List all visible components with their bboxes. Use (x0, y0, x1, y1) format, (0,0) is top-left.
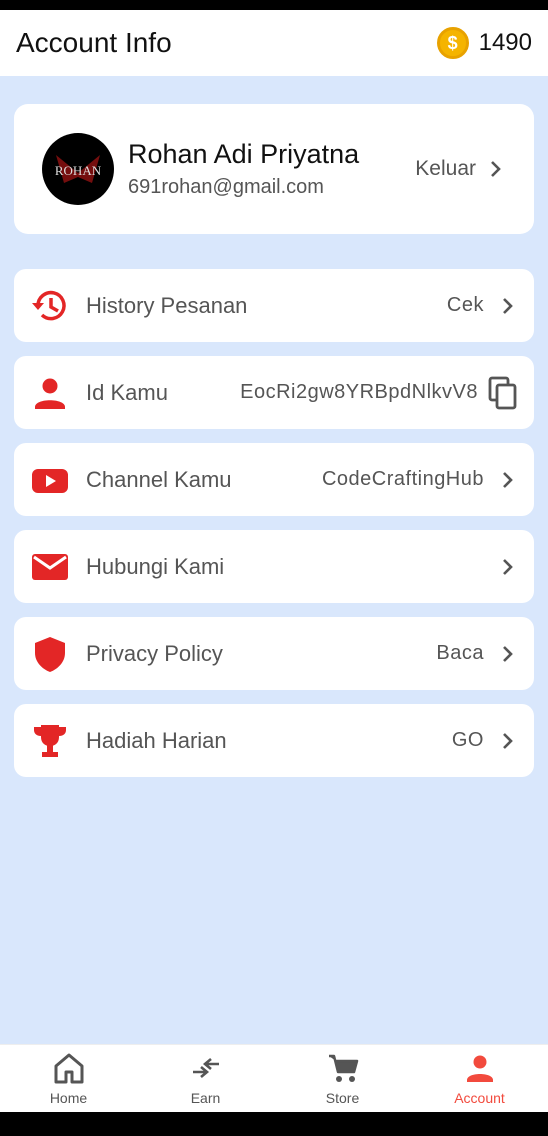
avatar: ROHAN (42, 133, 114, 205)
profile-info: Rohan Adi Priyatna 691rohan@gmail.com (128, 139, 415, 199)
nav-account[interactable]: Account (411, 1045, 548, 1112)
copy-icon[interactable] (488, 376, 518, 410)
cart-icon (328, 1054, 358, 1082)
shield-icon (30, 634, 70, 674)
nav-home-label: Home (49, 1089, 88, 1106)
chevron-right-icon (486, 160, 506, 178)
reward-row[interactable]: Hadiah Harian GO (14, 704, 534, 777)
channel-value: CodeCraftingHub (321, 468, 484, 490)
reward-label: Hadiah Harian (86, 727, 227, 753)
app-bar: Account Info $ 1490 (0, 10, 548, 76)
history-label: History Pesanan (86, 292, 248, 318)
channel-row[interactable]: Channel Kamu CodeCraftingHub (14, 443, 534, 516)
profile-name: Rohan Adi Priyatna (128, 139, 360, 169)
chevron-right-icon (498, 297, 518, 315)
reward-value: GO (451, 729, 484, 751)
user-id-label: Id Kamu (86, 379, 168, 405)
system-nav-bar (0, 1112, 548, 1136)
contact-row[interactable]: Hubungi Kami (14, 530, 534, 603)
mail-icon (30, 547, 70, 587)
swap-icon (192, 1057, 219, 1078)
channel-label: Channel Kamu (86, 466, 232, 492)
coin-icon: $ (436, 27, 469, 59)
youtube-icon (30, 460, 70, 500)
user-id-row: Id Kamu EocRi2gw8YRBpdNlkvV8 (14, 356, 534, 429)
coin-count: 1490 (478, 29, 532, 56)
profile-card: ROHAN Rohan Adi Priyatna 691rohan@gmail.… (14, 104, 534, 234)
coin-balance: $ 1490 (436, 27, 532, 59)
chevron-right-icon (498, 732, 518, 750)
page-title: Account Info (16, 27, 172, 58)
privacy-label: Privacy Policy (86, 640, 223, 666)
nav-store[interactable]: Store (274, 1045, 411, 1112)
profile-email: 691rohan@gmail.com (128, 176, 324, 198)
logout-button[interactable]: Keluar (415, 157, 506, 181)
bottom-nav: Home Earn Store Account (0, 1044, 548, 1112)
trophy-icon (30, 721, 70, 761)
history-row[interactable]: History Pesanan Cek (14, 269, 534, 342)
chevron-right-icon (498, 471, 518, 489)
nav-account-label: Account (454, 1089, 505, 1106)
nav-earn[interactable]: Earn (137, 1045, 274, 1112)
person-icon (466, 1055, 493, 1082)
nav-earn-label: Earn (190, 1089, 221, 1106)
svg-text:ROHAN: ROHAN (55, 163, 102, 178)
chevron-right-icon (498, 558, 518, 576)
history-value: Cek (446, 294, 484, 316)
person-icon (30, 373, 70, 413)
home-icon (54, 1053, 83, 1083)
contact-label: Hubungi Kami (86, 553, 225, 579)
nav-home[interactable]: Home (0, 1045, 137, 1112)
privacy-value: Baca (436, 642, 484, 664)
user-id-value: EocRi2gw8YRBpdNlkvV8 (240, 381, 478, 403)
chevron-right-icon (498, 645, 518, 663)
nav-store-label: Store (325, 1089, 360, 1106)
logout-label: Keluar (415, 157, 476, 180)
status-bar (0, 0, 548, 10)
history-icon (30, 286, 70, 326)
privacy-row[interactable]: Privacy Policy Baca (14, 617, 534, 690)
